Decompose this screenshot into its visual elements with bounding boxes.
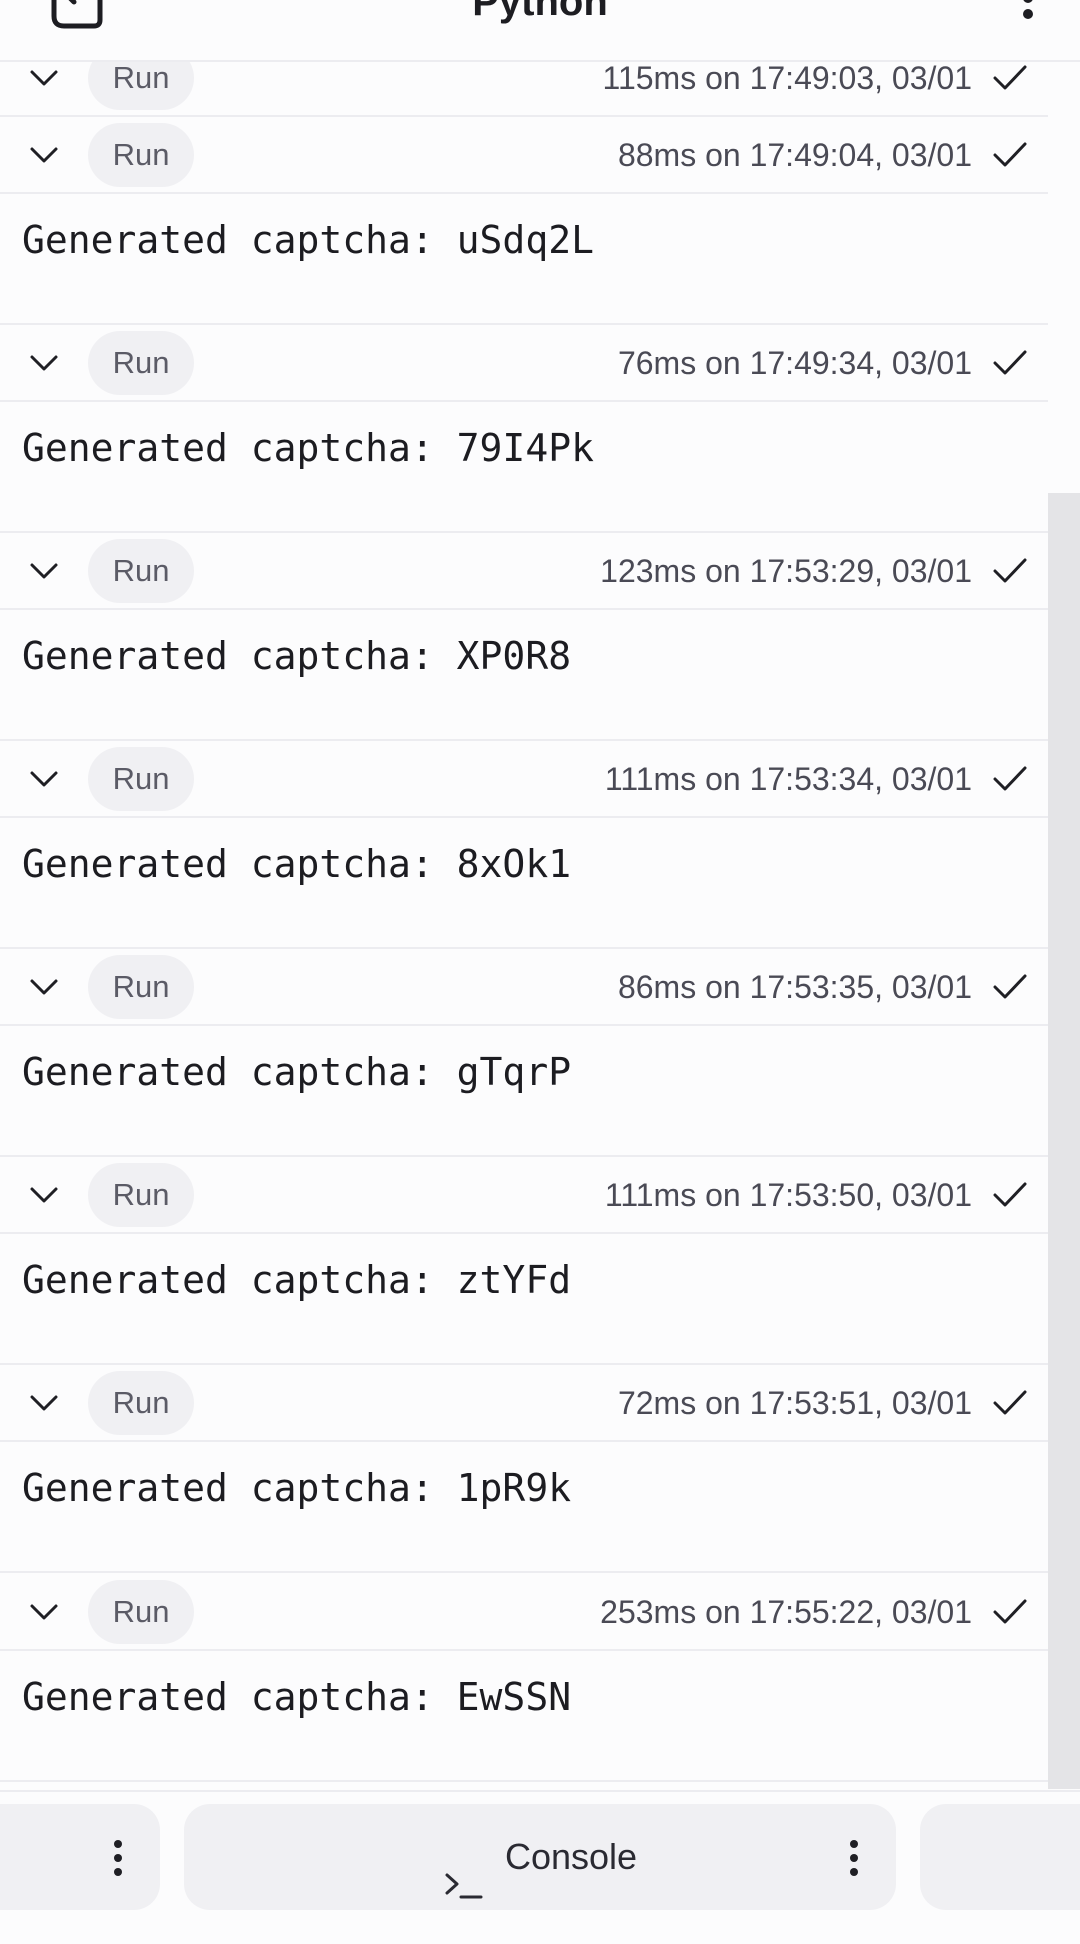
run-button[interactable]: Run (88, 1580, 194, 1644)
check-icon (992, 1387, 1028, 1419)
run-button[interactable]: Run (88, 123, 194, 187)
chevron-down-icon[interactable] (28, 765, 60, 795)
console-label: Console (504, 1836, 638, 1877)
check-icon (992, 62, 1028, 94)
run-output: Generated captcha: 8xOk1 (0, 818, 1048, 949)
run-header[interactable]: Run 123ms on 17:53:29, 03/01 (0, 533, 1048, 610)
right-tab-button[interactable] (920, 1804, 1080, 1910)
kebab-vertical-icon[interactable] (844, 1838, 864, 1878)
chevron-down-icon[interactable] (28, 557, 60, 587)
chevron-down-icon[interactable] (28, 1598, 60, 1628)
run-meta: 86ms on 17:53:35, 03/01 (617, 969, 972, 1005)
left-tab-button[interactable] (0, 1804, 160, 1910)
output-text: Generated captcha: 1pR9k (22, 1466, 572, 1510)
check-icon (992, 763, 1028, 795)
output-text: Generated captcha: XP0R8 (22, 634, 572, 678)
run-output: Generated captcha: gTqrP (0, 1026, 1048, 1157)
terminal-prompt-icon (443, 1838, 485, 1899)
console-button[interactable]: Console (184, 1804, 896, 1910)
run-meta: 72ms on 17:53:51, 03/01 (617, 1385, 972, 1421)
run-button[interactable]: Run (88, 955, 194, 1019)
check-icon (992, 1596, 1028, 1628)
output-text: Generated captcha: 79I4Pk (22, 426, 594, 470)
run-meta: 253ms on 17:55:22, 03/01 (600, 1594, 972, 1630)
run-output: Generated captcha: EwSSN (0, 1651, 1048, 1782)
run-output: Generated captcha: 79I4Pk (0, 402, 1048, 533)
run-meta: 76ms on 17:49:34, 03/01 (617, 345, 972, 381)
output-text: Generated captcha: uSdq2L (22, 218, 594, 262)
run-meta: 88ms on 17:49:04, 03/01 (617, 137, 972, 173)
output-text: Generated captcha: gTqrP (22, 1050, 572, 1094)
chevron-down-icon[interactable] (28, 64, 60, 94)
run-output: Generated captcha: XP0R8 (0, 610, 1048, 741)
output-text: Generated captcha: EwSSN (22, 1675, 572, 1719)
check-icon (992, 1179, 1028, 1211)
chevron-down-icon[interactable] (28, 1389, 60, 1419)
run-header[interactable]: Run 88ms on 17:49:04, 03/01 (0, 117, 1048, 194)
check-icon (992, 555, 1028, 587)
kebab-vertical-icon[interactable] (108, 1838, 128, 1878)
run-output: Generated captcha: ztYFd (0, 1234, 1048, 1365)
output-text: Generated captcha: ztYFd (22, 1258, 572, 1302)
check-icon (992, 347, 1028, 379)
run-meta: 123ms on 17:53:29, 03/01 (600, 553, 972, 589)
run-output: Generated captcha: 1pR9k (0, 1442, 1048, 1573)
run-meta: 111ms on 17:53:50, 03/01 (604, 1177, 972, 1213)
top-app-bar: Python (0, 0, 1080, 62)
run-output: Generated captcha: uSdq2L (0, 194, 1048, 325)
chevron-down-icon[interactable] (28, 141, 60, 171)
run-header[interactable]: Run 111ms on 17:53:50, 03/01 (0, 1157, 1048, 1234)
scrollbar-track[interactable] (1048, 493, 1080, 1789)
run-header[interactable]: Run 111ms on 17:53:34, 03/01 (0, 741, 1048, 818)
run-button[interactable]: Run (88, 1163, 194, 1227)
run-meta: 111ms on 17:53:34, 03/01 (604, 761, 972, 797)
run-button[interactable]: Run (88, 747, 194, 811)
output-text: Generated captcha: 8xOk1 (22, 842, 572, 886)
check-icon (992, 139, 1028, 171)
console-tab[interactable]: Console (184, 1804, 896, 1910)
run-header[interactable]: Run 76ms on 17:49:34, 03/01 (0, 325, 1048, 402)
chevron-down-icon[interactable] (28, 349, 60, 379)
run-button[interactable]: Run (88, 331, 194, 395)
run-header[interactable]: Run 253ms on 17:55:22, 03/01 (0, 1574, 1048, 1651)
kebab-vertical-icon[interactable] (1016, 0, 1040, 36)
bottom-toolbar: Console (0, 1790, 1080, 1913)
check-icon (992, 971, 1028, 1003)
run-header[interactable]: Run 86ms on 17:53:35, 03/01 (0, 949, 1048, 1026)
run-header[interactable]: Run 72ms on 17:53:51, 03/01 (0, 1365, 1048, 1442)
page-title: Python (472, 0, 608, 24)
run-button[interactable]: Run (88, 1371, 194, 1435)
run-button[interactable]: Run (88, 539, 194, 603)
chevron-down-icon[interactable] (28, 1181, 60, 1211)
chevron-down-icon[interactable] (28, 973, 60, 1003)
